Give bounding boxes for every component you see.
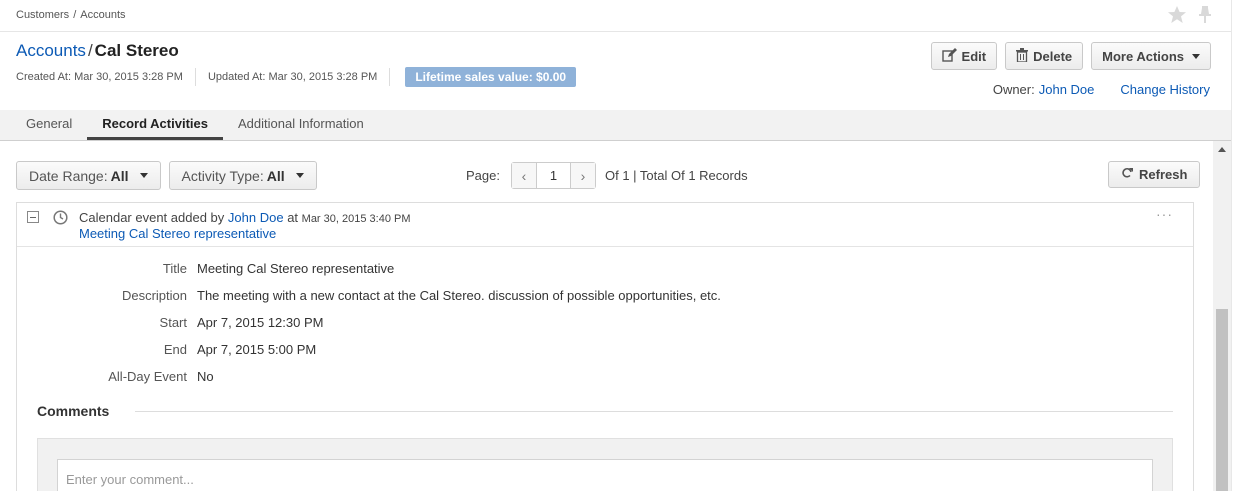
record-header: Accounts / Cal Stereo Created At: Mar 30, … [0,32,1231,110]
detail-row-all-day: All-Day Event No [17,363,1193,390]
edit-button[interactable]: Edit [930,42,998,70]
comments-heading: Comments [37,403,110,419]
chevron-left-icon: ‹ [521,167,527,184]
record-tabs: General Record Activities Additional Inf… [0,110,1231,141]
created-at: Created At: Mar 30, 2015 3:28 PM [16,71,183,83]
breadcrumb: Customers / Accounts [16,9,126,21]
chevron-down-icon [295,173,304,178]
detail-value: Apr 7, 2015 5:00 PM [197,342,317,357]
pagination: Page: ‹ 1 › Of 1 | Total Of 1 Records [466,162,748,189]
tab-general[interactable]: General [11,110,87,140]
activity-type-filter[interactable]: Activity Type: All [168,161,317,190]
more-actions-label: More Actions [1102,48,1184,64]
breadcrumb-bar: Customers / Accounts [0,0,1231,32]
comments-divider [135,411,1173,412]
activity-header: Calendar event added by John Doe at Mar … [17,203,1193,247]
prev-page-button[interactable]: ‹ [511,163,536,188]
breadcrumb-separator: / [73,9,77,21]
detail-value: No [197,369,214,384]
detail-row-description: Description The meeting with a new conta… [17,282,1193,309]
lifetime-sales-badge: Lifetime sales value: $0.00 [405,67,577,87]
chevron-right-icon: › [580,167,586,184]
meta-divider [194,68,196,86]
activity-type-label: Activity Type: [181,167,264,184]
activity-type-value: All [266,167,285,184]
tab-record-activities[interactable]: Record Activities [87,110,223,140]
scrollbar-thumb[interactable] [1216,309,1228,491]
detail-row-title: Title Meeting Cal Stereo representative [17,255,1193,282]
date-range-value: All [110,167,129,184]
owner-link[interactable]: John Doe [1039,82,1095,97]
refresh-label: Refresh [1139,167,1188,182]
detail-value: Apr 7, 2015 12:30 PM [197,315,324,330]
activity-filters: Date Range: All Activity Type: All [16,161,317,190]
activity-user-link[interactable]: John Doe [228,210,284,225]
scrollbar[interactable] [1213,141,1231,491]
trash-icon [1016,47,1029,65]
pin-icon[interactable] [1197,5,1213,24]
chevron-down-icon [1192,53,1200,59]
comment-input[interactable] [57,459,1153,491]
clock-icon [53,210,68,228]
activity-item: Calendar event added by John Doe at Mar … [16,202,1194,491]
star-icon[interactable] [1167,5,1187,24]
detail-row-start: Start Apr 7, 2015 12:30 PM [17,309,1193,336]
page-number-input[interactable]: 1 [535,163,571,188]
edit-label: Edit [961,48,987,64]
collapse-icon[interactable] [27,211,39,223]
window-edge [1231,0,1237,491]
change-history-link[interactable]: Change History [1120,82,1210,97]
comment-form [37,438,1173,491]
edit-icon [941,47,957,65]
activity-event-link[interactable]: Meeting Cal Stereo representative [79,226,276,241]
meta-divider [389,68,391,86]
delete-label: Delete [1033,48,1073,64]
detail-label: Start [159,315,187,330]
next-page-button[interactable]: › [570,163,595,188]
page-title: Accounts / Cal Stereo [16,41,179,61]
pager-box: ‹ 1 › [510,162,596,189]
detail-label: Description [121,288,187,303]
owner-label: Owner: [992,82,1035,97]
record-meta: Created At: Mar 30, 2015 3:28 PM Updated… [16,67,577,87]
record-actions: Edit Delete More Actions [930,42,1211,70]
accounts-link[interactable]: Accounts [16,41,86,60]
delete-button[interactable]: Delete [1005,42,1084,70]
detail-value: The meeting with a new contact at the Ca… [197,288,721,303]
owner-row: Owner: John Doe Change History [993,82,1210,97]
tab-additional-information[interactable]: Additional Information [223,110,379,140]
more-options-icon[interactable]: ··· [1156,206,1173,222]
detail-value: Meeting Cal Stereo representative [197,261,395,276]
page-label: Page: [466,168,500,183]
chevron-down-icon [139,173,148,178]
activity-timestamp: Mar 30, 2015 3:40 PM [301,213,411,225]
breadcrumb-item-customers[interactable]: Customers [16,9,69,21]
date-range-label: Date Range: [29,167,108,184]
title-separator: / [87,41,93,60]
refresh-icon [1121,167,1133,182]
date-range-filter[interactable]: Date Range: All [16,161,161,190]
owner-info: Owner: John Doe [993,82,1095,97]
updated-at: Updated At: Mar 30, 2015 3:28 PM [207,71,378,83]
breadcrumb-item-accounts[interactable]: Accounts [80,9,125,21]
event-text: Calendar event added by [79,210,225,225]
activity-details: Title Meeting Cal Stereo representative … [17,255,1193,390]
detail-label: Title [162,261,187,276]
refresh-button[interactable]: Refresh [1108,161,1201,188]
detail-row-end: End Apr 7, 2015 5:00 PM [17,336,1193,363]
page-summary: Of 1 | Total Of 1 Records [604,168,748,183]
detail-label: End [163,342,187,357]
scroll-up-icon[interactable] [1218,147,1226,152]
more-actions-button[interactable]: More Actions [1091,42,1211,70]
top-icons [1167,5,1213,24]
detail-label: All-Day Event [108,369,187,384]
record-name: Cal Stereo [94,41,179,60]
activity-summary: Calendar event added by John Doe at Mar … [79,210,411,225]
at-text: at [287,210,299,225]
